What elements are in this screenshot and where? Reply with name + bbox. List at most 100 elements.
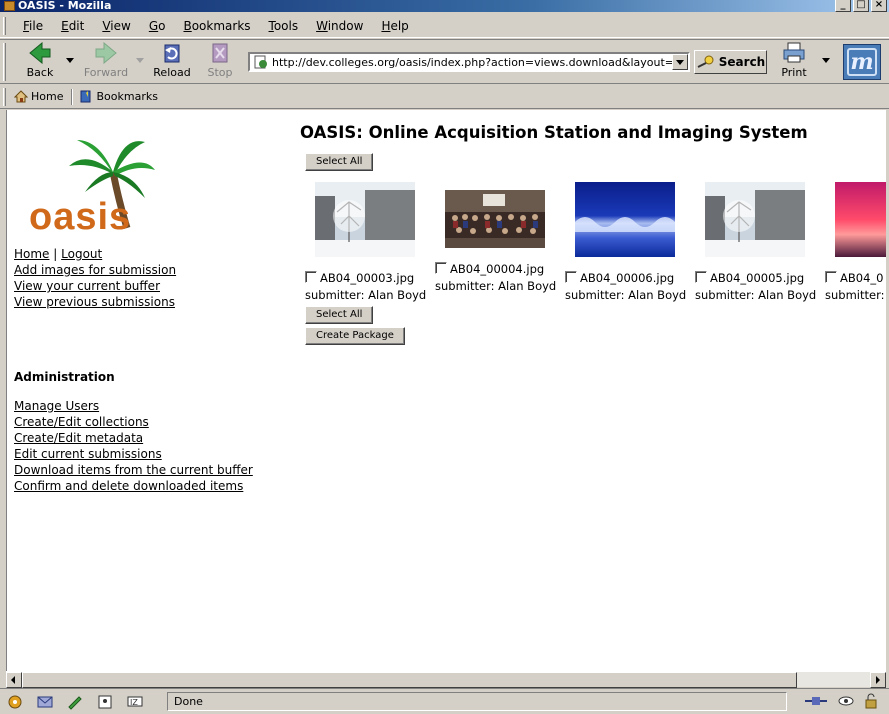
thumbnail-checkbox[interactable]	[825, 271, 837, 283]
printer-icon	[783, 42, 805, 63]
search-button[interactable]: Search	[694, 50, 767, 74]
home-button[interactable]: Home	[14, 90, 63, 103]
thumbnail-filename: AB04_00006.jpg	[580, 271, 675, 285]
thumbnail-submitter: submitter: Alan Boyd	[695, 288, 817, 302]
thumbnail-submitter: submitter: Alan Boyd	[435, 279, 557, 293]
personal-toolbar: Home Bookmarks	[0, 85, 889, 109]
navbar-grip[interactable]	[3, 43, 6, 81]
window-title: OASIS - Mozilla	[18, 0, 112, 12]
bookmarks-label: Bookmarks	[96, 90, 158, 103]
thumbnail-checkbox[interactable]	[695, 271, 707, 283]
menu-file[interactable]: File	[23, 19, 43, 33]
composer-icon[interactable]	[66, 694, 84, 710]
thumbnail-image[interactable]	[315, 182, 415, 257]
home-link[interactable]: Home	[14, 247, 49, 261]
menu-edit[interactable]: Edit	[61, 19, 84, 33]
oasis-logo-text: oasis	[29, 196, 132, 238]
menu-view[interactable]: View	[102, 19, 130, 33]
menu-go[interactable]: Go	[149, 19, 166, 33]
bookmarks-icon	[80, 90, 91, 103]
security-lock-icon[interactable]	[863, 693, 879, 709]
menu-help[interactable]: Help	[381, 19, 408, 33]
scroll-thumb[interactable]	[22, 672, 797, 688]
select-all-bottom-button[interactable]: Select All	[305, 306, 374, 324]
download-items-link[interactable]: Download items from the current buffer	[14, 463, 253, 477]
url-input[interactable]	[272, 55, 676, 69]
forward-label: Forward	[83, 66, 129, 79]
online-status-icon[interactable]	[803, 693, 829, 709]
edit-collections-link[interactable]: Create/Edit collections	[14, 415, 149, 429]
admin-nav: Manage Users Create/Edit collections Cre…	[14, 398, 253, 494]
window-title-bar: OASIS - Mozilla _ □ ×	[0, 0, 889, 12]
manage-users-link[interactable]: Manage Users	[14, 399, 99, 413]
thumbnail-filename: AB04_0	[840, 271, 884, 285]
navigator-icon[interactable]	[6, 694, 24, 710]
address-book-icon[interactable]	[96, 694, 114, 710]
bookmarks-button[interactable]: Bookmarks	[79, 90, 158, 103]
thumbnail-checkbox[interactable]	[305, 271, 317, 283]
thumbnail-image[interactable]	[575, 182, 675, 257]
reload-icon	[164, 44, 180, 63]
print-dropdown-icon[interactable]	[822, 58, 830, 63]
thumbnail-caption: AB04_00006.jpg	[565, 271, 674, 285]
thumbnail-gallery: AB04_00003.jpg submitter: Alan Boyd AB04…	[305, 182, 886, 312]
search-label: Search	[718, 55, 766, 69]
menu-window[interactable]: Window	[316, 19, 363, 33]
mozilla-m-logo-icon: m	[847, 48, 877, 76]
edit-metadata-link[interactable]: Create/Edit metadata	[14, 431, 143, 445]
stop-button[interactable]: Stop	[204, 42, 236, 82]
logout-link[interactable]: Logout	[61, 247, 102, 261]
mail-icon[interactable]	[36, 694, 54, 710]
menu-bookmarks[interactable]: Bookmarks	[183, 19, 250, 33]
status-bar: IZ Done	[0, 688, 889, 714]
forward-arrow-icon	[95, 42, 117, 64]
thumbnail-checkbox[interactable]	[565, 271, 577, 283]
edit-current-submissions-link[interactable]: Edit current submissions	[14, 447, 162, 461]
menu-bar: File Edit View Go Bookmarks Tools Window…	[0, 14, 889, 38]
privacy-eye-icon[interactable]	[837, 693, 855, 709]
stop-icon	[212, 43, 228, 63]
thumbnail-filename: AB04_00004.jpg	[450, 262, 545, 276]
close-button[interactable]: ×	[871, 0, 887, 12]
thumbnail-image[interactable]	[835, 182, 886, 257]
scroll-right-button[interactable]	[870, 672, 886, 688]
forward-button[interactable]: Forward	[82, 42, 130, 82]
url-history-dropdown[interactable]	[672, 54, 688, 70]
horizontal-scrollbar[interactable]	[6, 671, 886, 688]
maximize-button[interactable]: □	[853, 0, 869, 12]
add-images-link[interactable]: Add images for submission	[14, 263, 176, 277]
thumbnail-caption: AB04_00005.jpg	[695, 271, 804, 285]
view-previous-submissions-link[interactable]: View previous submissions	[14, 295, 175, 309]
back-button[interactable]: Back	[24, 42, 56, 82]
minimize-button[interactable]: _	[835, 0, 851, 12]
forward-dropdown-icon[interactable]	[136, 58, 144, 63]
print-button[interactable]: Print	[778, 42, 810, 82]
reload-button[interactable]: Reload	[150, 42, 194, 82]
thumbnail-image[interactable]	[705, 182, 805, 257]
confirm-delete-link[interactable]: Confirm and delete downloaded items	[14, 479, 243, 493]
thumbnail-image[interactable]	[445, 190, 545, 248]
toolbar-separator	[71, 88, 74, 105]
create-package-button[interactable]: Create Package	[305, 327, 405, 345]
thumbnail-caption: AB04_0	[825, 271, 883, 285]
scroll-left-button[interactable]	[6, 672, 22, 688]
select-all-top-button[interactable]: Select All	[305, 153, 374, 171]
menubar-grip[interactable]	[3, 17, 6, 35]
url-bar[interactable]	[248, 52, 690, 72]
view-current-buffer-link[interactable]: View your current buffer	[14, 279, 160, 293]
mozilla-throbber[interactable]: m	[843, 44, 881, 80]
page-title: OASIS: Online Acquisition Station and Im…	[300, 123, 808, 142]
thumbnail-checkbox[interactable]	[435, 262, 447, 274]
back-dropdown-icon[interactable]	[66, 58, 74, 63]
back-label: Back	[26, 66, 54, 79]
chat-icon[interactable]: IZ	[126, 694, 144, 710]
reload-label: Reload	[153, 66, 191, 79]
menu-tools[interactable]: Tools	[269, 19, 299, 33]
thumbnail-filename: AB04_00003.jpg	[320, 271, 415, 285]
sidebar-nav: Home | Logout Add images for submission …	[14, 246, 176, 310]
home-label: Home	[31, 90, 64, 103]
page-proxy-icon[interactable]	[254, 55, 268, 69]
status-text: Done	[167, 692, 787, 711]
personalbar-grip[interactable]	[3, 88, 6, 106]
administration-heading: Administration	[14, 370, 115, 384]
